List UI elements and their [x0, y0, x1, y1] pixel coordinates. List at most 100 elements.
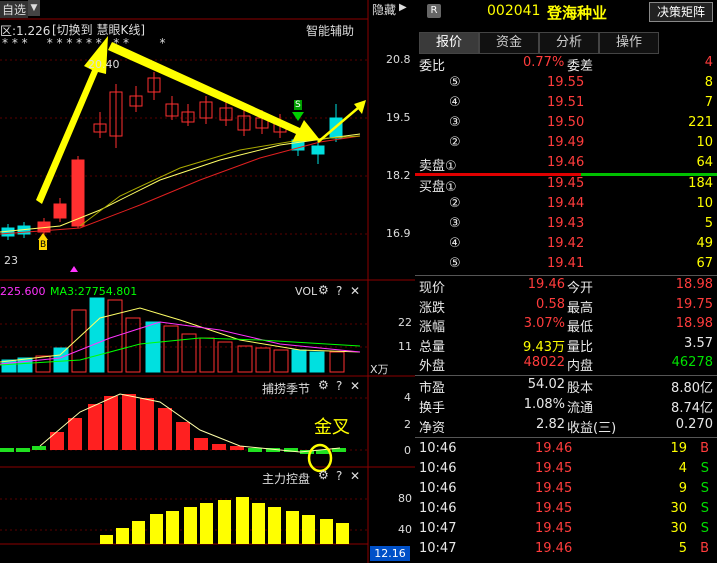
watchlist-label[interactable]: 自选 [0, 1, 29, 18]
season-axis-label: 0 [404, 444, 411, 457]
dropdown-arrow-icon[interactable]: ▼ [28, 0, 40, 16]
sell-level-row: ③ 19.50 221 [415, 114, 717, 134]
stat-value: 46278 [671, 355, 713, 370]
main-axis-label: 40 [398, 523, 412, 536]
volume-bar [53, 347, 69, 373]
candle-body [71, 159, 85, 227]
tick-row: 10:47 19.46 5 B [415, 540, 717, 560]
quote-panel: R 002041 登海种业 决策矩阵 报价 资金 分析 操作 委比 0.77% … [415, 0, 717, 563]
hide-button[interactable]: 隐藏 [372, 1, 396, 18]
stat-value: 1.08% [523, 397, 565, 412]
volume-bar [273, 349, 289, 373]
fundamentals-row: 换手 1.08% 流通 8.74亿 [415, 396, 717, 416]
volume-bar [71, 309, 87, 373]
season-bar [16, 448, 30, 452]
level-label: ⑤ [449, 256, 461, 271]
tick-volume: 4 [678, 461, 687, 476]
sell-level-row: ④ 19.51 7 [415, 94, 717, 114]
season-bar [104, 396, 118, 450]
vol-unit-label: X万 [370, 363, 389, 376]
gear-icon[interactable]: ⚙ [318, 283, 329, 297]
moving-average-lines [0, 133, 361, 235]
volume-bar [329, 351, 345, 373]
tick-time: 10:46 [419, 501, 457, 516]
fundamentals-row: 净资 2.82 收益(三) 0.270 [415, 416, 717, 436]
stock-code: 002041 [487, 3, 541, 19]
level-price: 19.43 [547, 216, 585, 231]
stats-row: 现价 19.46 今开 18.98 [415, 276, 717, 296]
tick-price: 19.46 [535, 541, 573, 556]
tab-analysis[interactable]: 分析 [539, 32, 599, 54]
tick-row: 10:46 19.45 30 S [415, 500, 717, 520]
small-pink-marker [70, 266, 78, 272]
main-control-bar [218, 500, 231, 544]
stat-value: 8.80亿 [671, 381, 713, 396]
tick-volume: 9 [678, 481, 687, 496]
tick-row: 10:47 19.45 30 S [415, 520, 717, 540]
season-bar [140, 398, 154, 450]
help-icon[interactable]: ? [336, 469, 342, 483]
gear-icon[interactable]: ⚙ [318, 468, 329, 482]
volume-bar [309, 351, 325, 373]
close-icon[interactable]: ✕ [350, 469, 360, 483]
season-bar [122, 394, 136, 450]
high-price-annotation: 20.40 [88, 58, 120, 71]
tick-volume: 30 [670, 501, 687, 516]
stat-label: 股本 [567, 381, 594, 396]
chart-top-bar: 自选 ▼ [0, 0, 368, 18]
tab-quote[interactable]: 报价 [419, 32, 479, 54]
level-volume: 221 [688, 115, 713, 130]
level-price: 19.41 [547, 256, 585, 271]
tick-direction: S [700, 481, 709, 496]
tick-price: 19.46 [535, 441, 573, 456]
price-axis-label: 20.8 [386, 53, 411, 66]
close-icon[interactable]: ✕ [350, 379, 360, 393]
price-axis-label: 18.2 [386, 169, 411, 182]
level-label: ③ [449, 115, 461, 130]
main-control-title: 主力控盘 [262, 472, 311, 486]
volume-bar [163, 325, 179, 373]
sell-marker-arrow [292, 112, 304, 121]
stat-label: 净资 [419, 421, 446, 436]
tick-row: 10:46 19.45 9 S [415, 480, 717, 500]
collapse-arrow-icon[interactable]: ▶ [399, 2, 407, 13]
sell-level-row: ② 19.49 10 [415, 134, 717, 154]
trend-arrow-right-head [354, 100, 366, 114]
main-control-bar [268, 507, 281, 544]
main-control-bar [150, 514, 163, 544]
kline-chart-area[interactable]: 自选 ▼ 区:1.226 [切换到 慧眼K线] 智能辅助 * * * * * *… [0, 0, 415, 563]
price-axis-label: 16.9 [386, 227, 411, 240]
low-annotation: 23 [4, 254, 18, 267]
main-control-bar [236, 497, 249, 544]
stat-label: 收益(三) [567, 421, 617, 436]
vol-ma-value: 225.600 [0, 285, 46, 298]
tab-funds[interactable]: 资金 [479, 32, 539, 54]
level-price: 19.50 [547, 115, 585, 130]
level-label: 买盘① [419, 180, 457, 195]
help-icon[interactable]: ? [336, 284, 342, 298]
main-control-bars [100, 497, 349, 544]
volume-bar [237, 345, 253, 373]
stock-name: 登海种业 [547, 4, 608, 22]
level-label: 卖盘① [419, 159, 457, 174]
smart-assist-button[interactable]: 智能辅助 [306, 22, 354, 39]
ma-line-red [0, 135, 361, 235]
tick-time: 10:46 [419, 441, 457, 456]
help-icon[interactable]: ? [336, 379, 342, 393]
level-price: 19.51 [547, 95, 585, 110]
volume-bar [255, 347, 271, 373]
buy-level-row: 买盘① 19.45 184 [415, 175, 717, 195]
weibi-row: 委比 0.77% 委差 4 [415, 54, 717, 74]
level-label: ④ [449, 95, 461, 110]
level-label: ③ [449, 216, 461, 231]
tick-direction: S [700, 521, 709, 536]
tick-volume: 19 [670, 441, 687, 456]
close-icon[interactable]: ✕ [350, 284, 360, 298]
stat-label: 最高 [567, 300, 594, 316]
decision-matrix-button[interactable]: 决策矩阵 [649, 2, 713, 22]
buy-level-row: ② 19.44 10 [415, 195, 717, 215]
level-volume: 49 [696, 236, 713, 251]
gear-icon[interactable]: ⚙ [318, 378, 329, 392]
tab-operation[interactable]: 操作 [599, 32, 659, 54]
volume-bar [145, 321, 161, 373]
